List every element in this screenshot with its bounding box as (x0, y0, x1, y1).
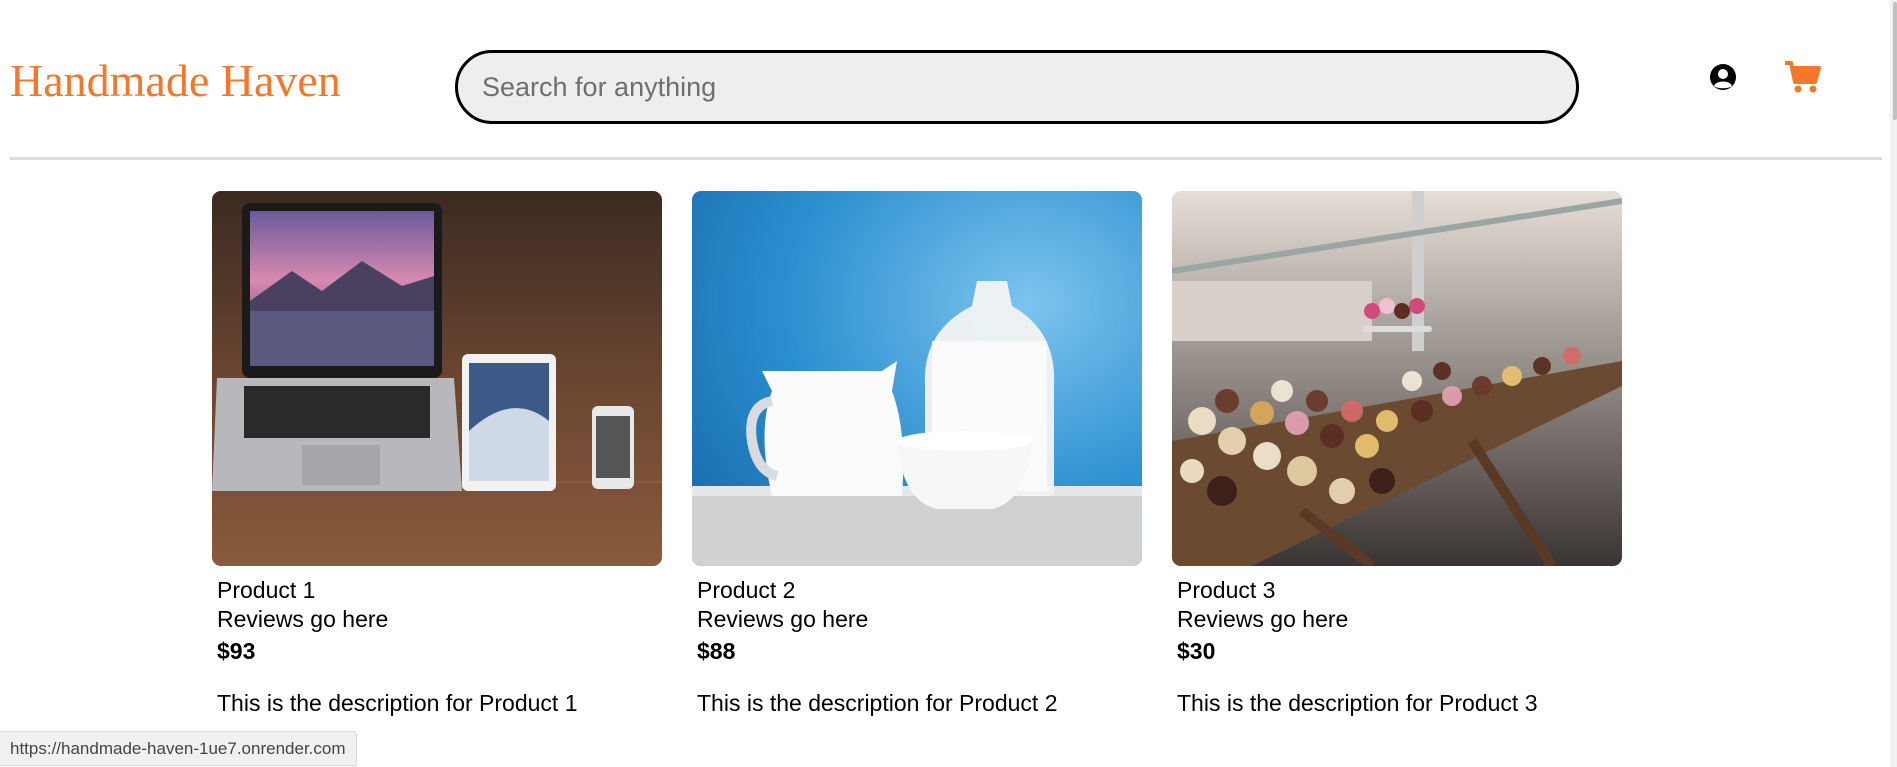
header-divider (10, 157, 1882, 160)
product-card[interactable]: Product 2 Reviews go here $88 This is th… (692, 191, 1142, 718)
search-input[interactable] (455, 50, 1579, 124)
product-name[interactable]: Product 1 (217, 576, 662, 605)
product-image[interactable] (1172, 191, 1622, 566)
product-price: $93 (217, 638, 256, 664)
product-price: $88 (697, 638, 736, 664)
shopping-cart-icon[interactable] (1784, 60, 1822, 94)
product-image[interactable] (692, 191, 1142, 566)
product-name[interactable]: Product 2 (697, 576, 1142, 605)
product-reviews: Reviews go here (1177, 606, 1349, 632)
product-description: This is the description for Product 2 (697, 690, 1058, 716)
product-price: $30 (1177, 638, 1216, 664)
site-logo[interactable]: Handmade Haven (10, 54, 341, 107)
user-circle-icon[interactable] (1709, 63, 1737, 91)
header: Handmade Haven (0, 0, 1880, 158)
product-card[interactable]: Product 1 Reviews go here $93 This is th… (212, 191, 662, 718)
product-reviews: Reviews go here (697, 606, 869, 632)
product-card[interactable]: Product 3 Reviews go here $30 This is th… (1172, 191, 1622, 718)
link-status-bar: https://handmade-haven-1ue7.onrender.com (0, 731, 357, 766)
product-image[interactable] (212, 191, 662, 566)
product-description: This is the description for Product 1 (217, 690, 578, 716)
scrollbar-thumb[interactable] (1893, 2, 1897, 120)
product-reviews: Reviews go here (217, 606, 389, 632)
product-name[interactable]: Product 3 (1177, 576, 1622, 605)
product-description: This is the description for Product 3 (1177, 690, 1538, 716)
